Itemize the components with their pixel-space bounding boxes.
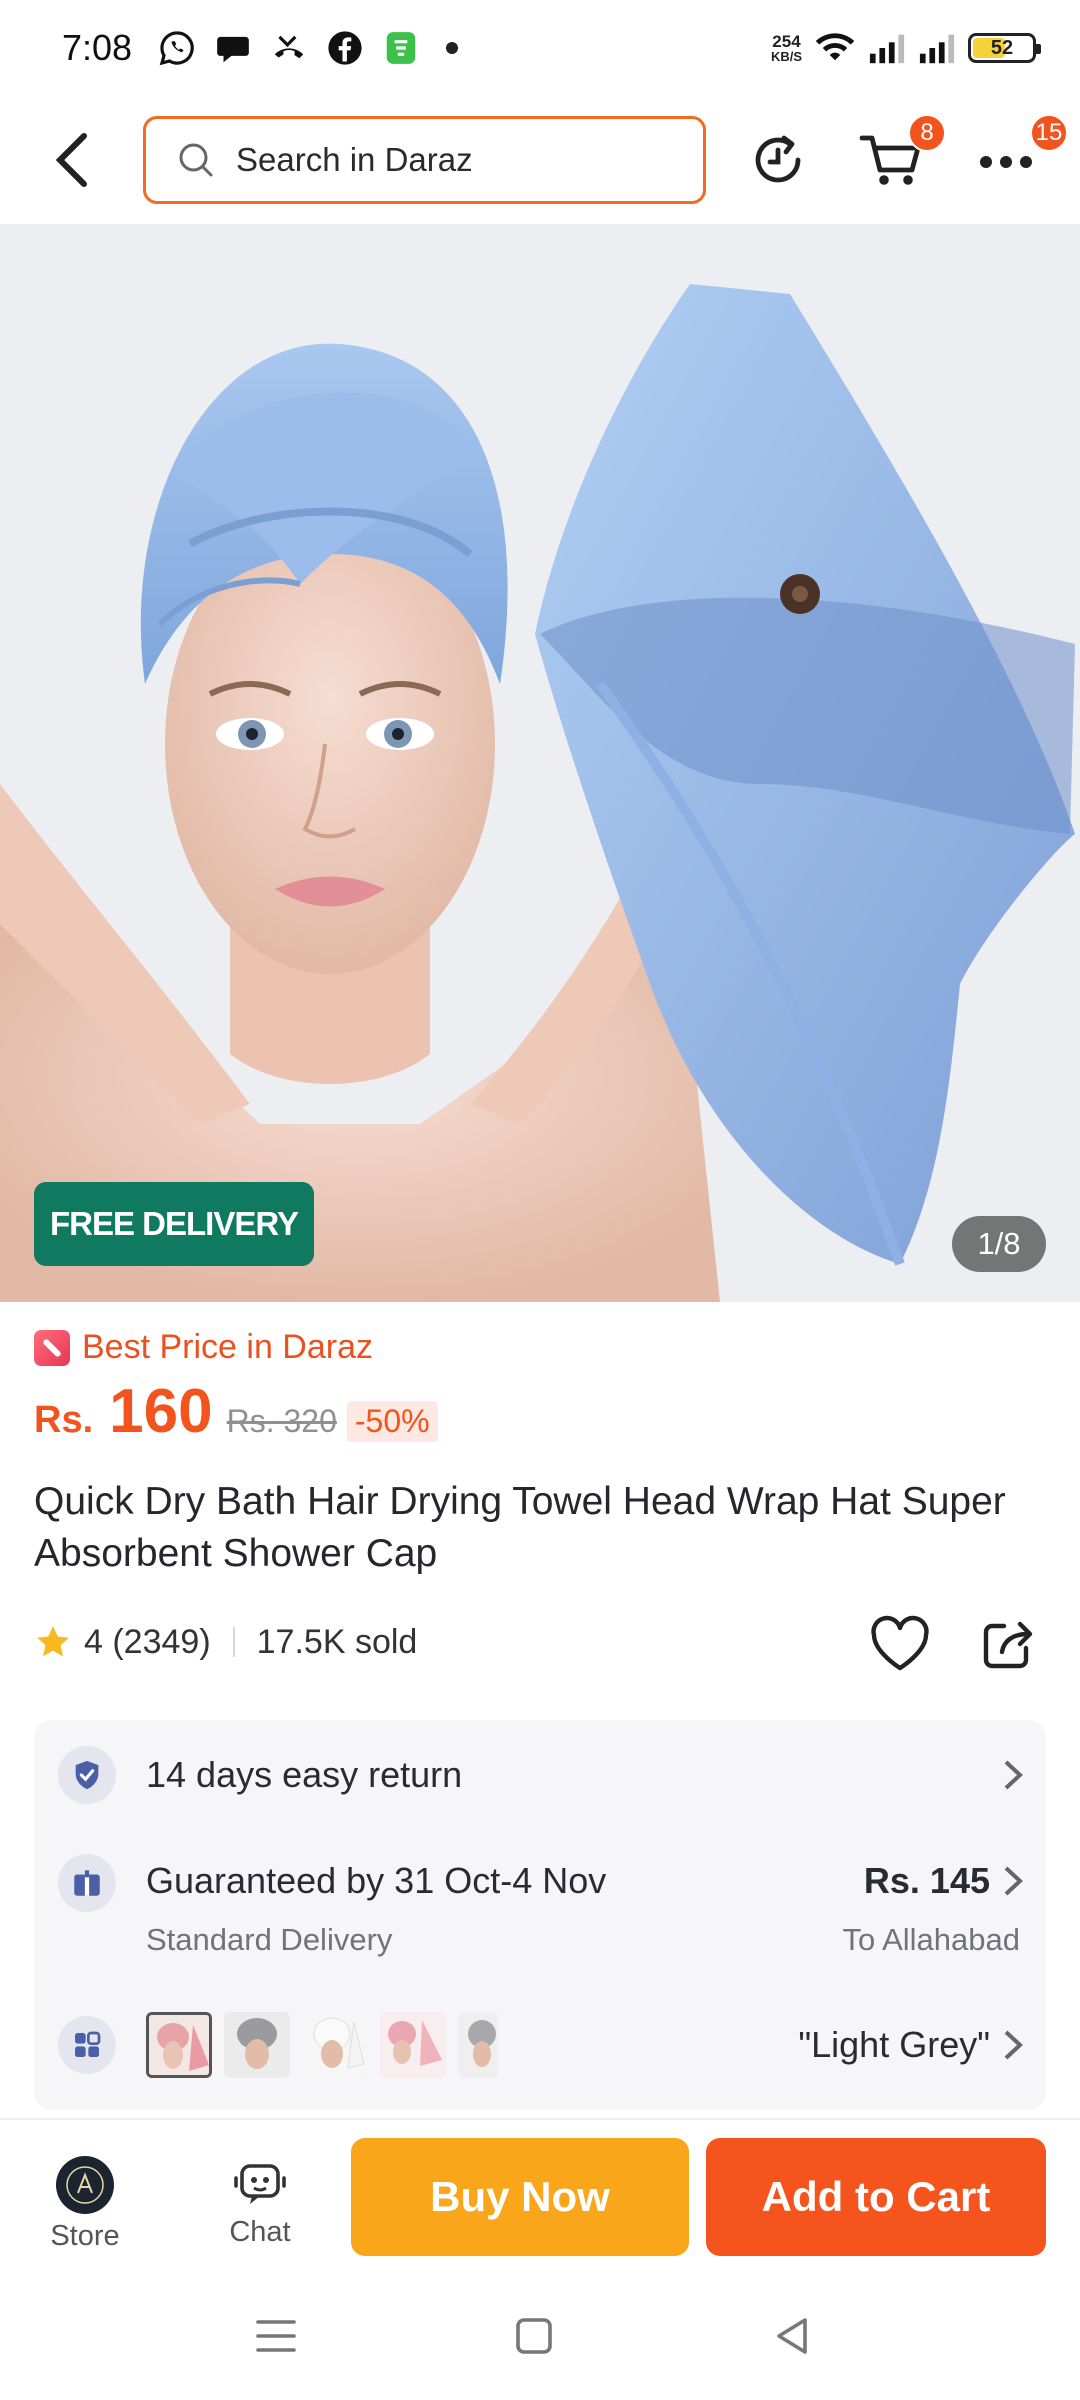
best-price-banner: Best Price in Daraz xyxy=(34,1328,373,1367)
add-to-cart-button[interactable]: Add to Cart xyxy=(706,2138,1046,2256)
variant-thumbnail[interactable] xyxy=(380,2012,446,2078)
chat-robot-icon xyxy=(234,2164,286,2204)
star-icon xyxy=(37,1626,69,1657)
variant-row[interactable]: "Light Grey" xyxy=(34,1980,1046,2110)
wishlist-button[interactable] xyxy=(868,1614,932,1674)
delivery-fee: Rs. 145 xyxy=(863,1860,990,1901)
original-price: Rs. 320 xyxy=(226,1403,337,1439)
cart-badge: 8 xyxy=(908,114,946,152)
notification-icons xyxy=(158,29,459,67)
whatsapp-icon xyxy=(159,31,194,66)
network-speed-value: 254 xyxy=(772,31,801,51)
chevron-right-icon xyxy=(1004,1760,1023,1790)
image-counter: 1/8 xyxy=(952,1216,1046,1272)
delivery-destination: To Allahabad xyxy=(842,1922,1020,1957)
chat-bubble-icon xyxy=(217,36,249,63)
variant-thumbnails xyxy=(146,2012,498,2078)
cart-button[interactable]: 8 xyxy=(858,114,946,192)
more-notifications-dot xyxy=(446,42,459,54)
search-placeholder: Search in Daraz xyxy=(236,141,473,178)
buy-now-button[interactable]: Buy Now xyxy=(351,2138,689,2256)
product-image-carousel[interactable]: FREE DELIVERY 1/8 xyxy=(0,224,1080,1302)
app-icon xyxy=(386,32,416,64)
status-time: 7:08 xyxy=(62,27,133,68)
share-icon xyxy=(983,1621,1033,1669)
rating-row: 4 (2349) 17.5K sold xyxy=(34,1614,1046,1671)
divider xyxy=(232,1627,235,1657)
best-price-label: Best Price in Daraz xyxy=(82,1328,373,1366)
back-arrow-icon xyxy=(55,133,87,187)
recent-apps-button[interactable] xyxy=(246,2306,306,2366)
home-button[interactable] xyxy=(504,2306,564,2366)
back-button[interactable] xyxy=(42,126,102,194)
menu-lines-icon xyxy=(256,2320,296,2352)
back-triangle-icon xyxy=(777,2318,807,2354)
variant-thumbnail[interactable] xyxy=(224,2012,290,2078)
search-input[interactable]: Search in Daraz xyxy=(143,116,706,204)
system-navigation-bar xyxy=(0,2270,1080,2400)
price-row: Rs. 160 Rs. 320 -50% xyxy=(34,1376,438,1447)
product-photo xyxy=(0,224,1080,1302)
product-title: Quick Dry Bath Hair Drying Towel Head Wr… xyxy=(34,1480,1006,1575)
network-speed: 254 KB/S xyxy=(771,33,802,64)
selected-variant: "Light Grey" xyxy=(798,2024,990,2065)
battery-level: 52 xyxy=(990,36,1014,59)
history-button[interactable] xyxy=(748,128,808,192)
chat-button[interactable]: Chat xyxy=(205,2158,315,2258)
share-button[interactable] xyxy=(978,1614,1038,1674)
signal-icon xyxy=(869,34,905,64)
more-button[interactable]: 15 xyxy=(978,114,1068,192)
return-policy-row[interactable]: 14 days easy return xyxy=(34,1720,1046,1830)
return-policy-text: 14 days easy return xyxy=(146,1754,463,1795)
current-price: 160 xyxy=(109,1377,213,1446)
store-logo xyxy=(56,2156,114,2214)
price-tag-icon xyxy=(34,1329,70,1366)
shield-check-icon xyxy=(58,1746,116,1804)
home-square-icon xyxy=(516,2318,552,2354)
package-icon xyxy=(58,1854,116,1912)
variant-thumbnail[interactable] xyxy=(146,2012,212,2078)
grid-icon xyxy=(58,2016,116,2074)
wifi-icon xyxy=(815,33,855,61)
system-back-button[interactable] xyxy=(762,2306,822,2366)
more-badge: 15 xyxy=(1030,114,1068,152)
delivery-guarantee: Guaranteed by 31 Oct-4 Nov xyxy=(146,1860,607,1901)
signal-icon-2 xyxy=(919,34,955,64)
store-button[interactable]: Store xyxy=(30,2156,140,2256)
bottom-action-bar: Store Chat Buy Now Add to Cart xyxy=(0,2118,1080,2268)
service-info-card: 14 days easy return Guaranteed by 31 Oct… xyxy=(34,1720,1046,2110)
missed-call-icon xyxy=(274,35,304,59)
chevron-right-icon xyxy=(1004,2030,1023,2060)
chevron-right-icon xyxy=(1004,1866,1023,1896)
delivery-type: Standard Delivery xyxy=(146,1922,393,1957)
rating-value[interactable]: 4 (2349) xyxy=(84,1623,211,1662)
status-bar: 7:08 254 KB/S 52 xyxy=(0,0,1080,96)
delivery-row[interactable]: Guaranteed by 31 Oct-4 Nov Standard Deli… xyxy=(34,1830,1046,1980)
store-label: Store xyxy=(50,2220,120,2252)
battery-icon: 52 xyxy=(968,33,1041,63)
sold-count: 17.5K sold xyxy=(256,1622,418,1661)
free-delivery-badge: FREE DELIVERY xyxy=(34,1182,314,1266)
heart-icon xyxy=(871,1615,929,1671)
refresh-history-icon xyxy=(755,135,801,183)
status-right: 254 KB/S 52 xyxy=(771,30,1041,66)
variant-thumbnail[interactable] xyxy=(458,2012,498,2078)
price-currency: Rs. xyxy=(34,1399,94,1441)
more-dots-icon xyxy=(980,156,1032,168)
top-nav: Search in Daraz 8 15 xyxy=(0,104,1080,216)
search-icon xyxy=(179,143,213,177)
variant-thumbnail[interactable] xyxy=(302,2012,368,2078)
discount-badge: -50% xyxy=(346,1401,438,1442)
facebook-icon xyxy=(328,31,362,65)
chat-label: Chat xyxy=(229,2216,291,2248)
network-speed-unit: KB/S xyxy=(770,48,802,64)
